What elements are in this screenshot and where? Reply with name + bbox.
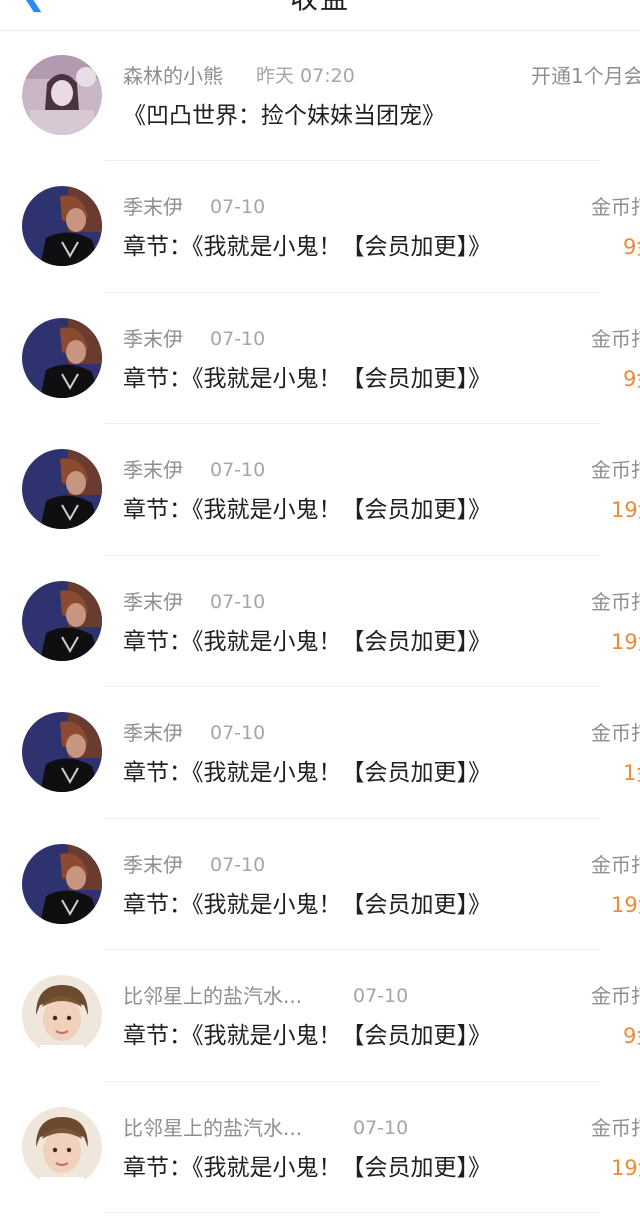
page-title: 收益 <box>0 0 640 14</box>
avatar[interactable] <box>22 712 102 792</box>
coin-amount: 9金 <box>623 1024 640 1048</box>
avatar[interactable] <box>22 580 102 661</box>
chapter-title: 章节：《我就是小鬼！【会员加更】》 <box>123 760 491 786</box>
timestamp: 昨天 07:20 <box>256 65 355 87</box>
chapter-title: 章节：《我就是小鬼！【会员加更】》 <box>123 1023 491 1049</box>
boy-avatar-icon <box>22 975 102 1055</box>
earning-type: 金币打 <box>591 589 640 614</box>
timestamp: 07-10 <box>210 196 266 218</box>
anime-avatar-icon <box>22 186 102 266</box>
sender-name: 季末伊 <box>123 589 183 614</box>
list-item[interactable]: 季末伊 07-10 章节：《我就是小鬼！【会员加更】》 金币打 19金 <box>0 819 640 951</box>
avatar[interactable] <box>22 975 102 1055</box>
coin-amount: 9金 <box>623 366 640 391</box>
avatar[interactable] <box>22 317 102 398</box>
earning-type: 金币打 <box>591 852 640 877</box>
chapter-title: 章节：《我就是小鬼！【会员加更】》 <box>123 628 491 655</box>
list-item[interactable]: 森林的小熊 昨天 07:20 《凹凸世界：捡个妹妹当团宠》 开通1个月会 <box>0 30 640 161</box>
coin-amount: 19金 <box>611 1155 640 1180</box>
sender-name: 季末伊 <box>123 721 183 745</box>
list-item[interactable]: 比邻星上的盐汽水... 07-10 章节：《我就是小鬼！【会员加更】》 金币打 … <box>0 950 640 1082</box>
timestamp: 07-10 <box>353 985 409 1007</box>
chapter-title: 章节：《我就是小鬼！【会员加更】》 <box>123 234 491 260</box>
earning-type: 金币打 <box>591 1115 640 1140</box>
boy-avatar-icon <box>22 1106 102 1187</box>
anime-avatar-icon <box>22 449 102 529</box>
timestamp: 07-10 <box>210 459 266 481</box>
list-item[interactable]: 季末伊 07-10 章节：《我就是小鬼！【会员加更】》 金币打 19金 <box>0 424 640 556</box>
chapter-title: 章节：《我就是小鬼！【会员加更】》 <box>123 891 491 918</box>
sender-name: 季末伊 <box>123 852 183 877</box>
coin-amount: 1金 <box>623 761 640 785</box>
anime-avatar-icon <box>22 317 102 398</box>
timestamp: 07-10 <box>210 853 266 876</box>
avatar[interactable] <box>22 186 102 266</box>
girl-avatar-icon <box>22 55 102 135</box>
coin-amount: 9金 <box>623 235 640 259</box>
chapter-title: 章节：《我就是小鬼！【会员加更】》 <box>123 497 491 523</box>
anime-avatar-icon <box>22 843 102 924</box>
sender-name: 比邻星上的盐汽水... <box>123 1115 303 1140</box>
earning-type: 金币打 <box>591 195 640 219</box>
list-item[interactable]: 季末伊 07-10 章节：《我就是小鬼！【会员加更】》 金币打 9金 <box>0 293 640 425</box>
timestamp: 07-10 <box>353 1116 409 1139</box>
anime-avatar-icon <box>22 712 102 792</box>
earning-type: 金币打 <box>591 984 640 1008</box>
earning-type: 金币打 <box>591 458 640 482</box>
sender-name: 比邻星上的盐汽水... <box>123 984 303 1008</box>
earning-type: 开通1个月会 <box>531 64 640 88</box>
avatar[interactable] <box>22 1106 102 1187</box>
earning-type: 金币打 <box>591 326 640 351</box>
sender-name: 森林的小熊 <box>123 64 223 88</box>
anime-avatar-icon <box>22 580 102 661</box>
chapter-title: 章节：《我就是小鬼！【会员加更】》 <box>123 1154 491 1181</box>
coin-amount: 19金 <box>611 629 640 654</box>
sender-name: 季末伊 <box>123 458 183 482</box>
timestamp: 07-10 <box>210 327 266 350</box>
earning-type: 金币打 <box>591 721 640 745</box>
sender-name: 季末伊 <box>123 195 183 219</box>
avatar[interactable] <box>22 843 102 924</box>
list-item[interactable]: 比邻星上的盐汽水... 07-10 章节：《我就是小鬼！【会员加更】》 金币打 … <box>0 1082 640 1214</box>
top-bar: ❮ 收益 <box>0 0 640 31</box>
timestamp: 07-10 <box>210 590 266 613</box>
avatar[interactable] <box>22 55 102 135</box>
list-item[interactable]: 季末伊 07-10 章节：《我就是小鬼！【会员加更】》 金币打 1金 <box>0 687 640 819</box>
avatar[interactable] <box>22 449 102 529</box>
list-item[interactable]: 季末伊 07-10 章节：《我就是小鬼！【会员加更】》 金币打 9金 <box>0 161 640 293</box>
sender-name: 季末伊 <box>123 326 183 351</box>
list-item[interactable]: 季末伊 07-10 章节：《我就是小鬼！【会员加更】》 金币打 19金 <box>0 556 640 688</box>
earnings-list: 森林的小熊 昨天 07:20 《凹凸世界：捡个妹妹当团宠》 开通1个月会 季末伊… <box>0 30 640 1213</box>
coin-amount: 19金 <box>611 498 640 522</box>
chapter-title: 章节：《我就是小鬼！【会员加更】》 <box>123 365 491 392</box>
item-content: 《凹凸世界：捡个妹妹当团宠》 <box>123 103 445 129</box>
timestamp: 07-10 <box>210 722 266 744</box>
coin-amount: 19金 <box>611 892 640 917</box>
